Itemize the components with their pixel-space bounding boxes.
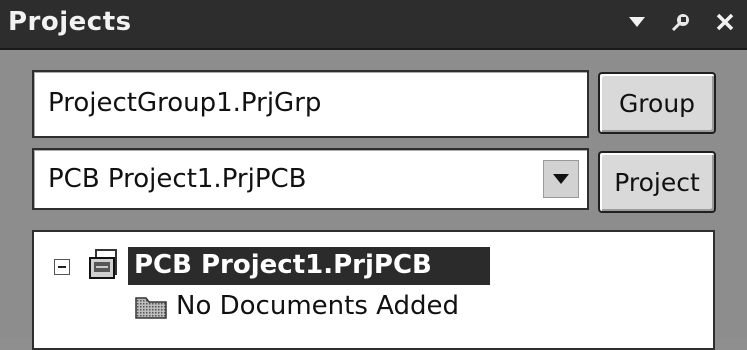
project-group-value: ProjectGroup1.PrjGrp: [48, 88, 322, 118]
pin-icon[interactable]: [669, 10, 693, 34]
projects-panel: Projects ProjectGroup1.PrjGrp Group PCB …: [0, 0, 747, 350]
folder-icon: [134, 294, 168, 320]
panel-title: Projects: [8, 7, 132, 37]
titlebar-controls: [625, 10, 737, 34]
tree-item-no-documents[interactable]: No Documents Added: [176, 291, 459, 321]
tree-item-pcb-project[interactable]: PCB Project1.PrjPCB: [128, 247, 490, 285]
collapse-toggle-icon[interactable]: [54, 259, 70, 275]
group-button[interactable]: Group: [598, 72, 716, 134]
project-tree[interactable]: PCB Project1.PrjPCB No Documents Added: [32, 230, 715, 350]
pcb-project-icon: [88, 248, 124, 284]
close-icon[interactable]: [713, 10, 737, 34]
panel-titlebar[interactable]: Projects: [0, 0, 747, 50]
tree-item-label: PCB Project1.PrjPCB: [134, 250, 432, 280]
dropdown-arrow-icon[interactable]: [543, 160, 579, 198]
project-select-value: PCB Project1.PrjPCB: [48, 164, 307, 194]
project-select[interactable]: PCB Project1.PrjPCB: [32, 148, 589, 210]
project-button[interactable]: Project: [598, 151, 716, 213]
project-group-field[interactable]: ProjectGroup1.PrjGrp: [32, 70, 589, 138]
chevron-down-icon[interactable]: [625, 10, 649, 34]
